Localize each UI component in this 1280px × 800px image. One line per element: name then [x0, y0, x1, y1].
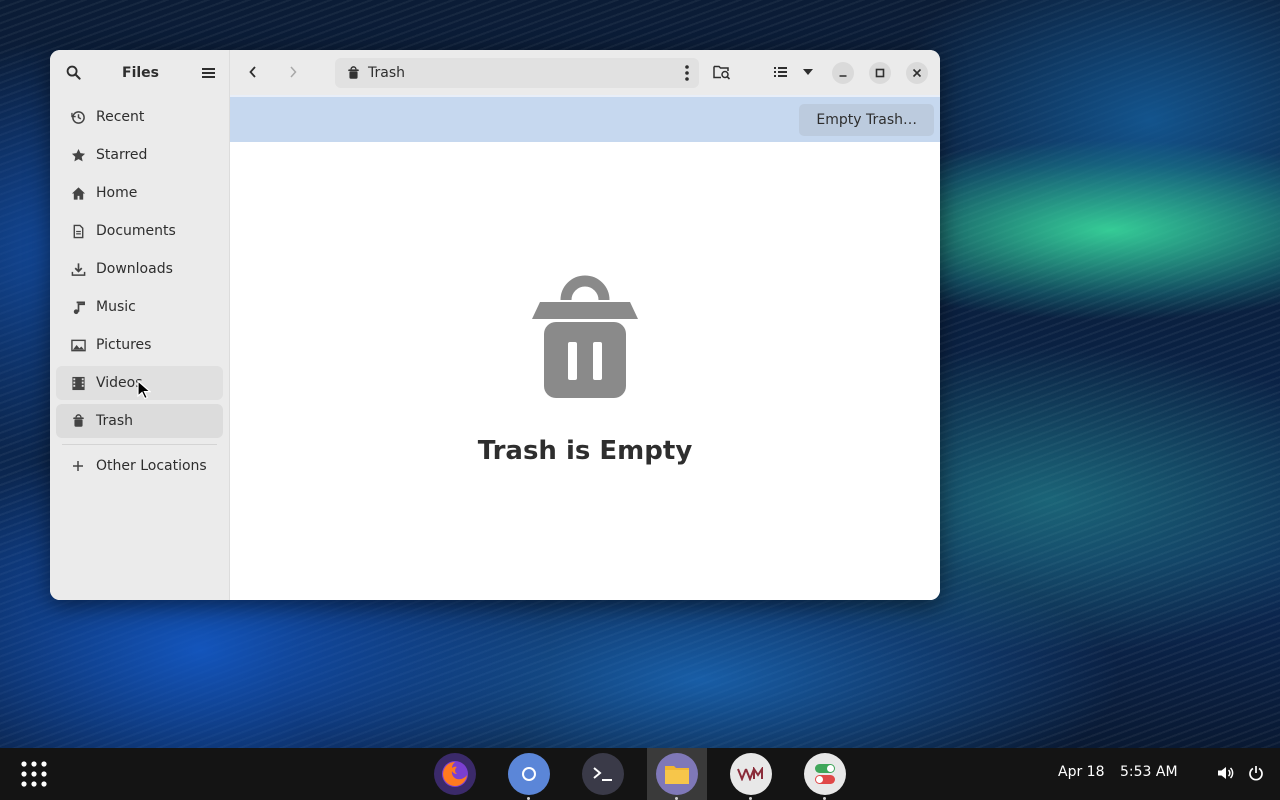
sidebar-divider — [62, 444, 217, 445]
path-label: Trash — [368, 65, 405, 81]
date-label[interactable]: Apr 18 — [1058, 764, 1104, 780]
back-button[interactable] — [244, 63, 262, 81]
sidebar-item-label: Downloads — [96, 261, 173, 277]
minimize-button[interactable] — [832, 62, 854, 84]
location-pathbar[interactable]: Trash — [335, 58, 699, 88]
view-options-chevron-down-icon[interactable] — [800, 62, 816, 82]
time-label[interactable]: 5:53 AM — [1120, 764, 1178, 780]
sidebar-places: Recent Starred Home Documents Downloads … — [50, 95, 229, 487]
music-icon — [70, 299, 86, 315]
sidebar-item-documents[interactable]: Documents — [56, 214, 223, 248]
picture-icon — [70, 337, 86, 353]
clock-icon — [70, 109, 86, 125]
mouse-pointer-icon — [137, 380, 151, 400]
sidebar-item-label: Trash — [96, 413, 133, 429]
sidebar-item-other-locations[interactable]: Other Locations — [56, 449, 223, 483]
file-view[interactable]: Trash is Empty — [230, 142, 940, 600]
trash-icon — [347, 66, 360, 80]
sidebar-item-label: Documents — [96, 223, 176, 239]
close-button[interactable] — [906, 62, 928, 84]
volume-icon[interactable] — [1217, 764, 1235, 782]
sidebar-item-label: Videos — [96, 375, 143, 391]
app-title: Files — [122, 64, 159, 81]
sidebar-item-label: Home — [96, 185, 138, 201]
sidebar-header: Files — [50, 50, 229, 95]
show-apps-grid-icon[interactable] — [20, 760, 48, 788]
files-window: Files Recent Starred Home Documents Down… — [50, 50, 940, 600]
tweaks-icon[interactable] — [804, 753, 846, 795]
sidebar-item-label: Recent — [96, 109, 145, 125]
sidebar-item-label: Pictures — [96, 337, 152, 353]
headerbar: Trash — [230, 50, 940, 95]
empty-state: Trash is Empty — [230, 270, 940, 466]
power-icon[interactable] — [1247, 764, 1265, 782]
list-view-icon[interactable] — [772, 62, 788, 82]
star-icon — [70, 147, 86, 163]
empty-state-title: Trash is Empty — [477, 436, 693, 466]
terminal-icon[interactable] — [582, 753, 624, 795]
sidebar: Files Recent Starred Home Documents Down… — [50, 50, 230, 600]
download-icon — [70, 261, 86, 277]
film-icon — [70, 375, 86, 391]
sidebar-item-music[interactable]: Music — [56, 290, 223, 324]
sidebar-item-downloads[interactable]: Downloads — [56, 252, 223, 286]
hamburger-menu-icon[interactable] — [199, 64, 217, 82]
taskbar: Apr 18 5:53 AM — [0, 748, 1280, 800]
path-menu-icon[interactable] — [685, 65, 689, 81]
home-icon — [70, 185, 86, 201]
sidebar-item-trash[interactable]: Trash — [56, 404, 223, 438]
forward-button[interactable] — [284, 63, 302, 81]
search-icon[interactable] — [64, 64, 82, 82]
large-trash-icon — [530, 270, 640, 400]
sidebar-item-recent[interactable]: Recent — [56, 100, 223, 134]
sidebar-item-starred[interactable]: Starred — [56, 138, 223, 172]
search-folder-icon[interactable] — [712, 62, 732, 82]
sidebar-item-pictures[interactable]: Pictures — [56, 328, 223, 362]
sidebar-item-label: Other Locations — [96, 458, 207, 474]
vmware-icon[interactable] — [730, 753, 772, 795]
sidebar-item-label: Starred — [96, 147, 148, 163]
main-area: Trash Empty Trash… Trash is Empty — [230, 50, 940, 600]
empty-trash-button[interactable]: Empty Trash… — [799, 103, 934, 136]
maximize-button[interactable] — [869, 62, 891, 84]
sidebar-item-home[interactable]: Home — [56, 176, 223, 210]
plus-icon — [70, 458, 86, 474]
chromium-icon[interactable] — [508, 753, 550, 795]
document-icon — [70, 223, 86, 239]
files-icon[interactable] — [656, 753, 698, 795]
trash-icon — [70, 413, 86, 429]
sidebar-item-label: Music — [96, 299, 136, 315]
trash-infobar: Empty Trash… — [230, 95, 940, 142]
firefox-icon[interactable] — [434, 753, 476, 795]
